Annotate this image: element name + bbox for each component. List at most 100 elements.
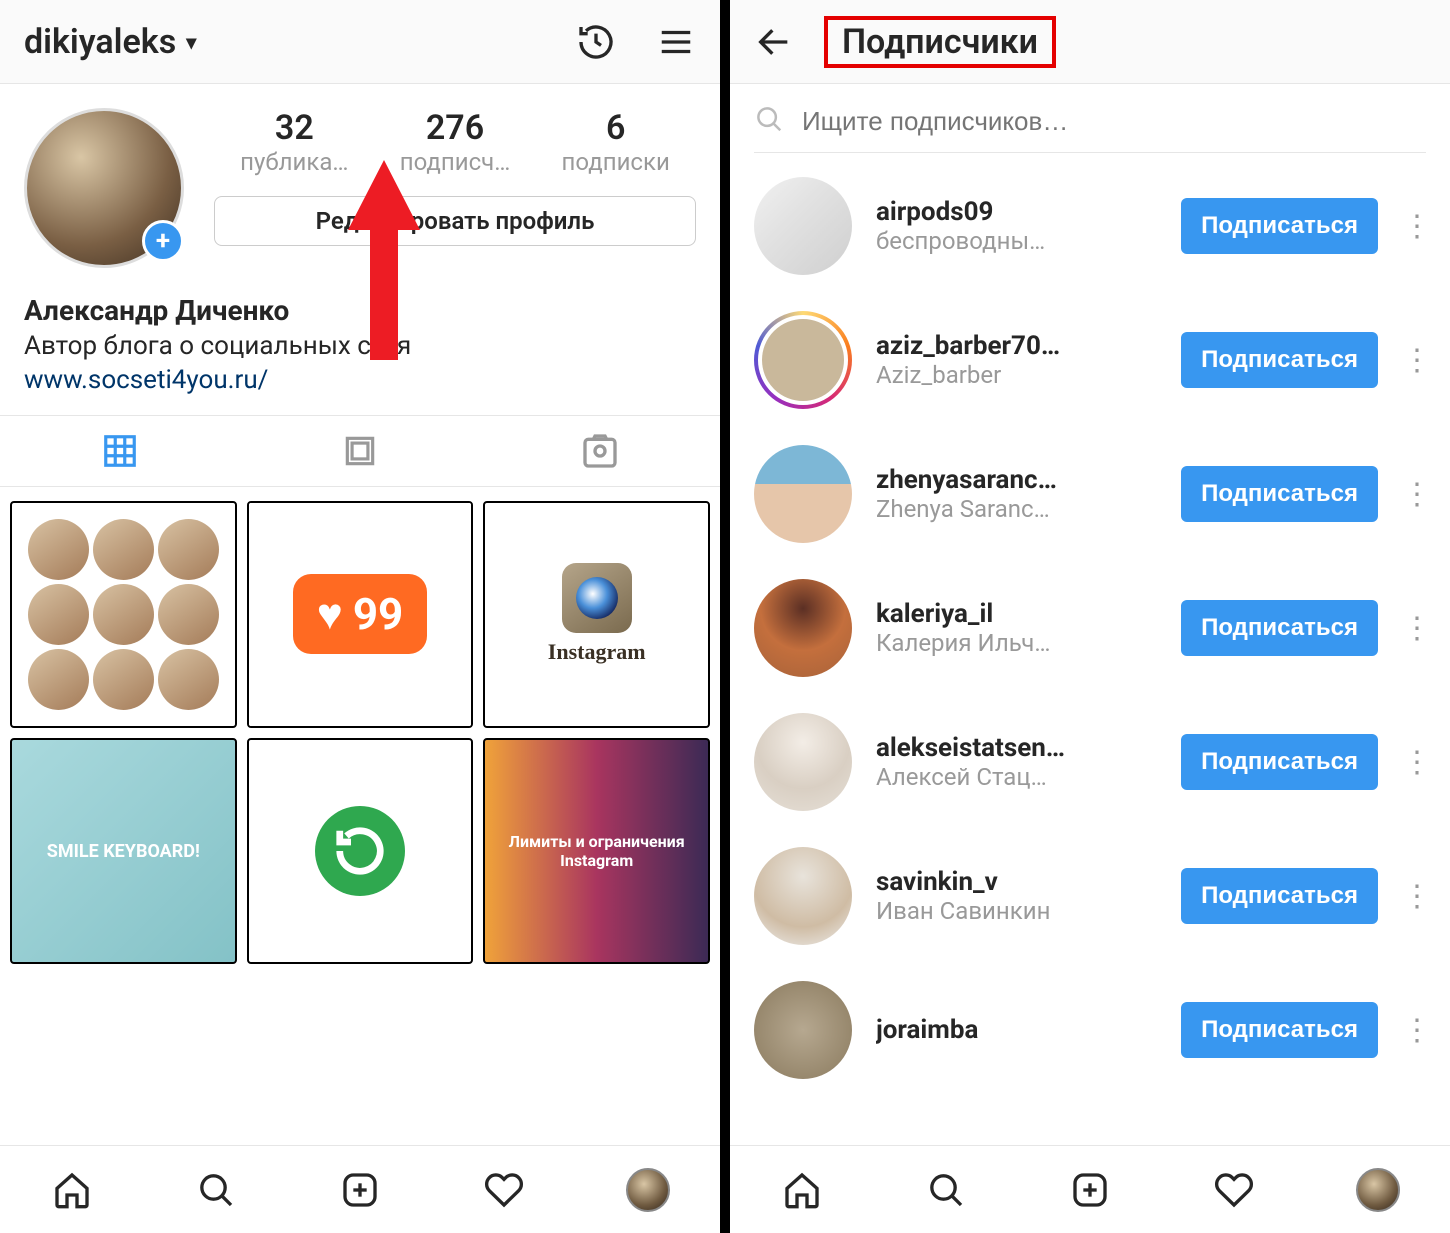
follower-info: airpods09беспроводны…: [876, 197, 1157, 255]
follower-avatar[interactable]: [754, 713, 852, 811]
profile-summary: + 32 публика… 276 подписч… 6 подписки Ре…: [0, 84, 720, 268]
nav-avatar[interactable]: [1356, 1168, 1400, 1212]
follow-button[interactable]: Подписаться: [1181, 1002, 1378, 1058]
stat-following[interactable]: 6 подписки: [536, 108, 695, 176]
post-thumbnail[interactable]: ♥99: [247, 501, 474, 728]
profile-header: dikiyaleks ▾: [0, 0, 720, 84]
profile-name: Александр Диченко: [24, 294, 696, 327]
camera-icon: [562, 563, 632, 633]
home-icon[interactable]: [780, 1168, 824, 1212]
stat-followers[interactable]: 276 подписч…: [375, 108, 534, 176]
follower-info: alekseistatsen…Алексей Стац…: [876, 733, 1157, 791]
follower-avatar[interactable]: [754, 579, 852, 677]
profile-avatar[interactable]: +: [24, 108, 184, 268]
follow-button[interactable]: Подписаться: [1181, 466, 1378, 522]
follow-button[interactable]: Подписаться: [1181, 734, 1378, 790]
panel-divider: [720, 0, 730, 1233]
follower-username: joraimba: [876, 1015, 1157, 1045]
edit-profile-button[interactable]: Редактировать профиль: [214, 196, 696, 246]
username: dikiyaleks: [24, 22, 176, 62]
follower-avatar[interactable]: [754, 847, 852, 945]
followers-list: airpods09беспроводны…Подписаться⋮aziz_ba…: [730, 153, 1450, 1145]
menu-icon[interactable]: [656, 22, 696, 62]
search-bar[interactable]: [754, 104, 1426, 153]
follower-row[interactable]: alekseistatsen…Алексей Стац… Подписаться ⋮: [754, 695, 1426, 829]
heart-icon[interactable]: [482, 1168, 526, 1212]
post-thumbnail[interactable]: SMILE KEYBOARD!: [10, 738, 237, 965]
follower-subtitle: Алексей Стац…: [876, 763, 1157, 791]
follower-username: aziz_barber70…: [876, 331, 1157, 361]
follow-button[interactable]: Подписаться: [1181, 600, 1378, 656]
follower-subtitle: Aziz_barber: [876, 361, 1157, 389]
add-post-icon[interactable]: [1068, 1168, 1112, 1212]
profile-panel: dikiyaleks ▾ + 32 публ: [0, 0, 720, 1233]
more-icon[interactable]: ⋮: [1402, 209, 1426, 244]
follow-button[interactable]: Подписаться: [1181, 868, 1378, 924]
more-icon[interactable]: ⋮: [1402, 611, 1426, 646]
followers-panel: Подписчики airpods09беспроводны… Подписат…: [730, 0, 1450, 1233]
tab-grid[interactable]: [0, 416, 240, 486]
search-icon: [754, 104, 784, 138]
follower-username: zhenyasaranc…: [876, 465, 1157, 495]
follower-avatar[interactable]: [754, 445, 852, 543]
add-post-icon[interactable]: [338, 1168, 382, 1212]
follower-subtitle: Иван Савинкин: [876, 897, 1157, 925]
post-thumbnail[interactable]: [247, 738, 474, 965]
follower-username: airpods09: [876, 197, 1157, 227]
header-actions: [576, 22, 696, 62]
follower-info: savinkin_vИван Савинкин: [876, 867, 1157, 925]
more-icon[interactable]: ⋮: [1402, 879, 1426, 914]
stat-posts[interactable]: 32 публика…: [215, 108, 374, 176]
heart-icon[interactable]: [1212, 1168, 1256, 1212]
more-icon[interactable]: ⋮: [1402, 1013, 1426, 1048]
follower-avatar[interactable]: [754, 177, 852, 275]
more-icon[interactable]: ⋮: [1402, 745, 1426, 780]
follow-button[interactable]: Подписаться: [1181, 198, 1378, 254]
bio: Александр Диченко Автор блога о социальн…: [0, 268, 720, 415]
follow-button[interactable]: Подписаться: [1181, 332, 1378, 388]
post-thumbnail[interactable]: Instagram: [483, 501, 710, 728]
follower-row[interactable]: aziz_barber70…Aziz_barber Подписаться ⋮: [754, 293, 1426, 427]
follower-subtitle: Zhenya Saranc…: [876, 495, 1157, 523]
post-thumbnail[interactable]: [10, 501, 237, 728]
heart-icon: ♥: [317, 588, 343, 640]
back-icon[interactable]: [754, 22, 794, 62]
page-title: Подписчики: [842, 22, 1038, 62]
search-icon[interactable]: [194, 1168, 238, 1212]
follower-avatar[interactable]: [754, 311, 852, 409]
restore-icon: [315, 806, 405, 896]
bottom-nav: [0, 1145, 720, 1233]
follower-avatar[interactable]: [754, 981, 852, 1079]
more-icon[interactable]: ⋮: [1402, 477, 1426, 512]
profile-link[interactable]: www.socseti4you.ru/: [24, 365, 696, 395]
follower-row[interactable]: kaleriya_ilКалерия Ильч… Подписаться ⋮: [754, 561, 1426, 695]
tab-tagged[interactable]: [480, 416, 720, 486]
more-icon[interactable]: ⋮: [1402, 343, 1426, 378]
followers-header: Подписчики: [730, 0, 1450, 84]
follower-info: joraimba: [876, 1015, 1157, 1045]
search-input[interactable]: [802, 106, 1426, 137]
bottom-nav: [730, 1145, 1450, 1233]
tab-feed[interactable]: [240, 416, 480, 486]
follower-row[interactable]: airpods09беспроводны… Подписаться ⋮: [754, 159, 1426, 293]
follower-username: alekseistatsen…: [876, 733, 1157, 763]
username-dropdown[interactable]: dikiyaleks ▾: [24, 22, 196, 62]
follower-subtitle: беспроводны…: [876, 227, 1157, 255]
chevron-down-icon: ▾: [186, 30, 196, 54]
follower-info: aziz_barber70…Aziz_barber: [876, 331, 1157, 389]
follower-username: savinkin_v: [876, 867, 1157, 897]
follower-row[interactable]: zhenyasaranc…Zhenya Saranc… Подписаться ⋮: [754, 427, 1426, 561]
follower-info: zhenyasaranc…Zhenya Saranc…: [876, 465, 1157, 523]
nav-avatar[interactable]: [626, 1168, 670, 1212]
search-icon[interactable]: [924, 1168, 968, 1212]
title-highlight: Подписчики: [824, 16, 1056, 68]
follower-subtitle: Калерия Ильч…: [876, 629, 1157, 657]
add-story-icon[interactable]: +: [142, 220, 184, 262]
home-icon[interactable]: [50, 1168, 94, 1212]
posts-grid: ♥99 Instagram SMILE KEYBOARD! Лимиты и о…: [0, 487, 720, 1145]
history-icon[interactable]: [576, 22, 616, 62]
post-thumbnail[interactable]: Лимиты и ограничения Instagram: [483, 738, 710, 965]
follower-row[interactable]: joraimba Подписаться ⋮: [754, 963, 1426, 1097]
follower-info: kaleriya_ilКалерия Ильч…: [876, 599, 1157, 657]
follower-row[interactable]: savinkin_vИван Савинкин Подписаться ⋮: [754, 829, 1426, 963]
